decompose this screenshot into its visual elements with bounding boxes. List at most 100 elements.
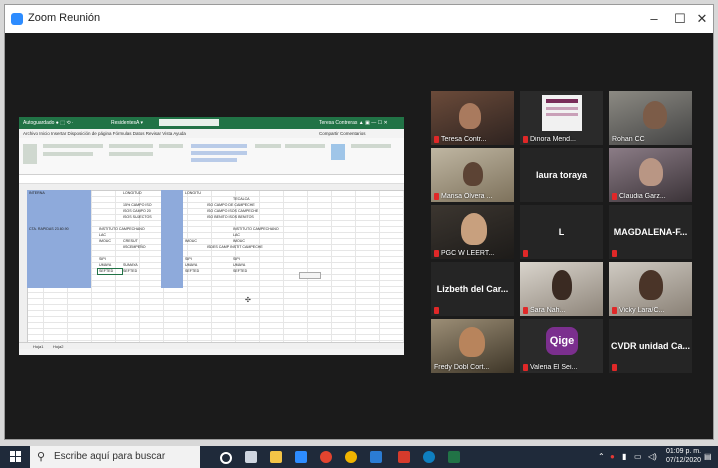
volume-icon[interactable]: ◁) <box>648 452 657 461</box>
participant-name: Sara Nah... <box>530 307 566 314</box>
participant-name: Teresa Contr... <box>441 136 487 143</box>
minimize-icon[interactable]: – <box>640 8 668 30</box>
zoom-taskbar-icon[interactable] <box>295 451 307 463</box>
excel-icon[interactable] <box>448 451 460 463</box>
mute-icon <box>612 364 617 371</box>
formula-bar[interactable] <box>19 175 404 184</box>
search-placeholder: Escribe aquí para buscar <box>54 451 166 462</box>
participant-name: laura toraya <box>535 170 588 180</box>
windows-start-icon[interactable] <box>10 451 21 462</box>
highlighted-column-e <box>161 190 183 288</box>
mute-icon <box>434 307 439 314</box>
chevron-up-icon[interactable]: ⌃ <box>598 452 605 461</box>
cell: SIPI <box>99 257 106 261</box>
battery-icon[interactable]: ▮ <box>622 452 626 461</box>
task-view-icon[interactable] <box>245 451 257 463</box>
participant-tile[interactable]: Claudia Garz... <box>609 148 692 202</box>
cell: ISO CAMPO DE CAMPECHE <box>207 203 255 207</box>
notification-icon[interactable]: ▤ <box>704 452 712 461</box>
participant-tile[interactable]: Dinora Mend... <box>520 91 603 145</box>
participant-tile[interactable]: CVDR unidad Ca... <box>609 319 692 373</box>
clock-time: 01:09 p. m. <box>666 448 702 455</box>
mute-icon <box>434 193 439 200</box>
cell: ISOS SUJECTOS <box>123 215 152 219</box>
cell: SIPI <box>233 257 240 261</box>
mute-icon <box>523 250 528 257</box>
participant-name: Fredy Dobl Cort... <box>434 364 490 371</box>
participant-tile[interactable]: Fredy Dobl Cort... <box>431 319 514 373</box>
cell: SEFTED <box>123 269 138 273</box>
participant-name: Rohan CC <box>612 136 645 143</box>
participant-tile[interactable]: Sara Nah... <box>520 262 603 316</box>
paste-options-icon[interactable] <box>299 272 321 279</box>
excel-title-bar: Autoguardado ● ⬚ ⟲ · ResidentesA ▾ Teres… <box>19 117 404 129</box>
participant-tile[interactable]: Teresa Contr... <box>431 91 514 145</box>
word-icon[interactable] <box>370 451 382 463</box>
cell: IMOUC <box>185 239 197 243</box>
taskbar-search[interactable]: ⚲ Escribe aquí para buscar <box>30 446 200 468</box>
mute-icon <box>612 193 617 200</box>
participant-tile[interactable]: Marisa Olvera ... <box>431 148 514 202</box>
participant-name: Lizbeth del Car... <box>436 284 509 294</box>
opera-icon[interactable] <box>320 451 332 463</box>
antivirus-icon[interactable]: ● <box>610 452 615 461</box>
mute-icon <box>523 307 528 314</box>
clock-date: 07/12/2020 <box>666 457 702 464</box>
cell: LONGITU <box>185 191 201 195</box>
spreadsheet-grid[interactable]: INTERNA CTA. RAPIDAS 23.60.90 LONGITUD 1… <box>19 184 404 342</box>
mute-icon <box>523 136 528 143</box>
participant-name: Claudia Garz... <box>619 193 666 200</box>
mute-icon <box>612 307 617 314</box>
search-icon: ⚲ <box>37 451 46 463</box>
windows-taskbar: ⚲ Escribe aquí para buscar ⌃ ● ▮ ▭ ◁) 01… <box>0 446 718 468</box>
mute-icon <box>434 250 439 257</box>
participant-name: L <box>558 227 565 237</box>
participant-name: Valeria El Sei... <box>530 364 578 371</box>
close-icon[interactable]: ✕ <box>688 8 716 30</box>
edge-icon[interactable] <box>423 451 435 463</box>
excel-search-box[interactable] <box>159 119 219 126</box>
file-explorer-icon[interactable] <box>270 451 282 463</box>
cell: IISCEMPEÑO <box>123 245 146 249</box>
cell: 15% CAMPO ISO <box>123 203 152 207</box>
cell: UMAYA <box>99 263 112 267</box>
participant-name: PGC W LEERT... <box>441 250 495 257</box>
participant-tile[interactable]: L <box>520 205 603 259</box>
cell: INSTITUTO CAMPECHANO <box>233 227 279 231</box>
highlighted-column-a <box>27 190 91 288</box>
cell: ISDES CAMP INSTIT CAMPECHE <box>207 245 263 249</box>
cell: ISO CAMPO ISOS CAMPECHE <box>207 209 259 213</box>
cell: SIPI <box>185 257 192 261</box>
cell: CTA. RAPIDAS 23.60.90 <box>29 227 69 231</box>
office-icon[interactable] <box>398 451 410 463</box>
participant-tile[interactable]: Vicky Lara/C... <box>609 262 692 316</box>
window-title: Zoom Reunión <box>28 12 101 24</box>
cell: IMOUC <box>99 239 111 243</box>
chrome-icon[interactable] <box>345 451 357 463</box>
cell: SEFTED <box>185 269 200 273</box>
network-icon[interactable]: ▭ <box>634 452 642 461</box>
cell: SEFTED <box>233 269 248 273</box>
participant-tile[interactable]: Qige Valeria El Sei... <box>520 319 603 373</box>
participant-tile[interactable]: Rohan CC <box>609 91 692 145</box>
taskbar-clock[interactable]: 01:09 p. m. 07/12/2020 <box>666 447 701 465</box>
participant-tile[interactable]: PGC W LEERT... <box>431 205 514 259</box>
cortana-icon[interactable] <box>220 452 232 464</box>
excel-ribbon-tabs: Archivo Inicio Insertar Disposición de p… <box>19 129 404 138</box>
cell: UMAYA <box>233 263 246 267</box>
cell: CRESUT <box>123 239 138 243</box>
cell: ISO BENITO ISOS BENITOS <box>207 215 254 219</box>
mute-icon <box>434 136 439 143</box>
qige-logo: Qige <box>546 327 578 355</box>
participant-name: MAGDALENA-F... <box>613 227 688 237</box>
mute-icon <box>612 250 617 257</box>
cell: ISOS CAMPO 20 <box>123 209 151 213</box>
participant-tile[interactable]: MAGDALENA-F... <box>609 205 692 259</box>
participant-name: CVDR unidad Ca... <box>610 341 690 351</box>
participant-tile[interactable]: laura toraya <box>520 148 603 202</box>
selected-cell <box>97 268 123 275</box>
participant-tile[interactable]: Lizbeth del Car... <box>431 262 514 316</box>
zoom-app-icon <box>11 13 23 25</box>
cell: LONGITUD <box>123 191 142 195</box>
excel-status-bar <box>19 349 404 355</box>
